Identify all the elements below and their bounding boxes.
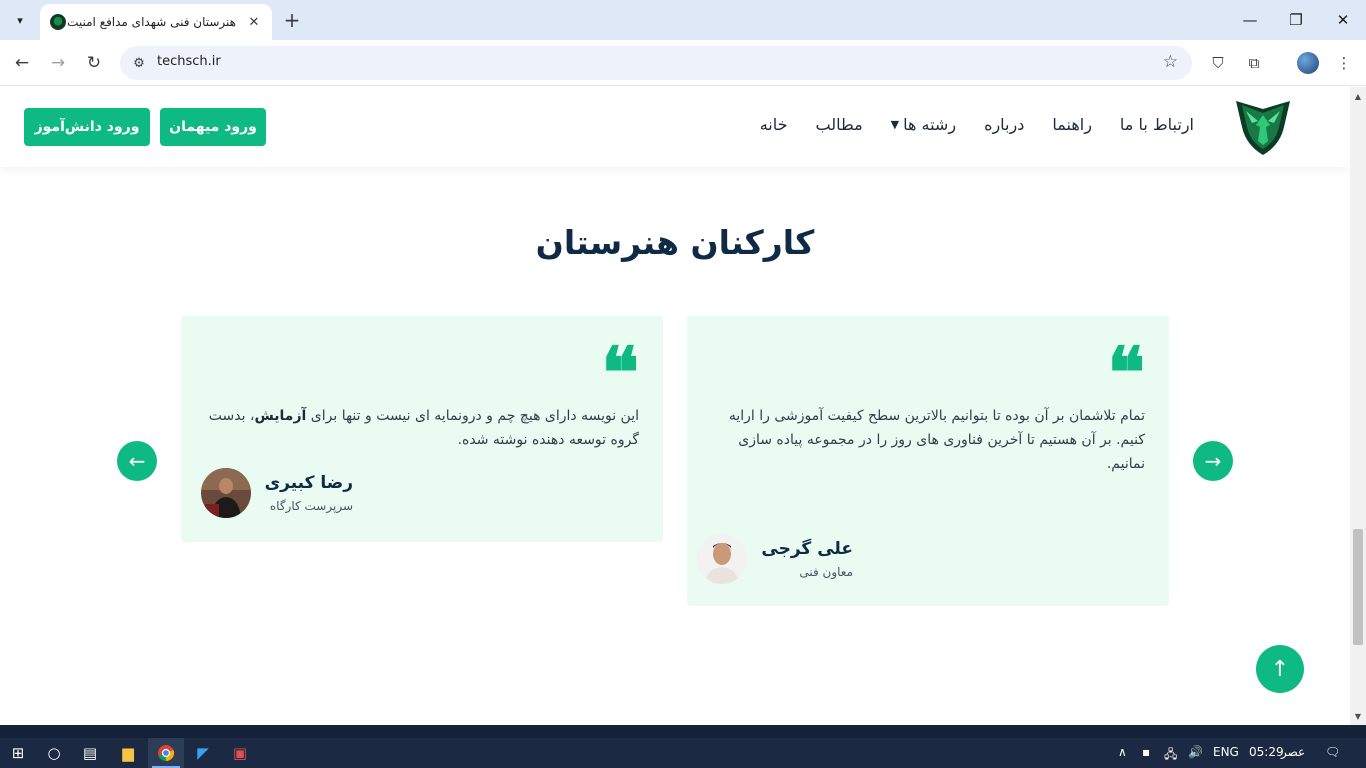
page-footer-edge xyxy=(0,725,1366,738)
menu-item-contact[interactable]: ارتباط با ما xyxy=(1106,115,1208,134)
windows-taskbar: ⊞ ○ ▤ ▆ ◤ ▣ ∧ ▪ 🖧 🔊 ENG 05:29 عصر 🗨 xyxy=(0,738,1366,768)
menu-item-about[interactable]: درباره xyxy=(970,115,1038,134)
student-login-button[interactable]: ورود دانش‌آموز xyxy=(24,108,150,146)
tab-title: هنرستان فنی شهدای مدافع امنیت xyxy=(67,15,236,29)
profile-avatar-icon[interactable] xyxy=(1297,52,1319,74)
tray-app-icon[interactable]: ▪ xyxy=(1142,745,1150,759)
site-header: خانه مطالب رشته ها ▼ درباره راهنما ارتباط… xyxy=(0,87,1350,167)
back-arrow-icon[interactable]: ← xyxy=(9,50,35,76)
language-indicator[interactable]: ENG xyxy=(1213,745,1239,759)
minimize-icon[interactable]: — xyxy=(1232,6,1268,34)
tab-search-chevron-icon[interactable]: ▾ xyxy=(8,8,32,32)
next-arrow-button[interactable]: → xyxy=(1193,441,1233,481)
page-viewport: خانه مطالب رشته ها ▼ درباره راهنما ارتباط… xyxy=(0,87,1350,725)
testimonial-card: ❝ این نویسه دارای هیچ چم و درونمایه ای ن… xyxy=(181,316,663,542)
author-role: معاون فنی xyxy=(799,565,853,579)
extensions-puzzle-icon[interactable]: ⧉ xyxy=(1243,52,1265,74)
testimonial-text: تمام تلاشمان بر آن بوده تا بتوانیم بالات… xyxy=(728,408,1145,472)
windows-start-icon[interactable]: ⊞ xyxy=(0,738,36,768)
forward-arrow-icon[interactable]: → xyxy=(45,50,71,76)
browser-tab[interactable]: هنرستان فنی شهدای مدافع امنیت ✕ xyxy=(40,4,272,40)
notifications-icon[interactable]: 🗨 xyxy=(1325,745,1340,759)
network-icon[interactable]: 🖧 xyxy=(1164,745,1177,766)
author-role: سرپرست کارگاه xyxy=(269,499,353,513)
new-tab-button[interactable]: + xyxy=(280,8,304,32)
clock-period[interactable]: عصر xyxy=(1281,745,1305,759)
site-settings-icon[interactable]: ⚙ xyxy=(130,54,148,72)
menu-item-majors[interactable]: رشته ها ▼ xyxy=(877,115,970,134)
site-favicon-icon xyxy=(50,14,66,30)
author-name: رضا کبیری xyxy=(264,473,353,493)
menu-item-guide[interactable]: راهنما xyxy=(1038,115,1106,134)
avatar xyxy=(697,534,748,584)
task-view-icon[interactable]: ▤ xyxy=(72,738,108,768)
author-name: علی گرجی xyxy=(761,539,853,559)
testimonial-author: علی گرجی معاون فنی xyxy=(697,534,853,584)
bookmark-star-icon[interactable]: ☆ xyxy=(1163,52,1178,72)
menu-label: رشته ها xyxy=(903,115,957,134)
scroll-to-top-button[interactable]: ↑ xyxy=(1256,645,1304,693)
search-circle-icon[interactable]: ○ xyxy=(36,738,72,768)
address-url[interactable]: techsch.ir xyxy=(157,54,221,69)
guest-login-button[interactable]: ورود میهمان xyxy=(160,108,266,146)
browser-menu-icon[interactable]: ⋮ xyxy=(1333,52,1355,74)
text-bold-part: آزمایش xyxy=(254,408,307,424)
author-meta: رضا کبیری سرپرست کارگاه xyxy=(265,473,353,513)
author-meta: علی گرجی معاون فنی xyxy=(761,539,853,579)
address-bar[interactable]: ⚙ techsch.ir ☆ xyxy=(120,46,1192,80)
testimonial-author: رضا کبیری سرپرست کارگاه xyxy=(200,468,353,518)
chrome-icon xyxy=(158,745,175,762)
chevron-down-icon: ▼ xyxy=(890,118,900,131)
tab-close-icon[interactable]: ✕ xyxy=(246,14,262,30)
reload-icon[interactable]: ↻ xyxy=(81,50,107,76)
close-window-icon[interactable]: ✕ xyxy=(1325,6,1361,34)
scroll-up-icon[interactable]: ▲ xyxy=(1350,89,1366,103)
file-explorer-icon[interactable]: ▆ xyxy=(110,738,146,768)
main-menu: خانه مطالب رشته ها ▼ درباره راهنما ارتباط… xyxy=(746,115,1208,134)
shield-extension-icon[interactable]: ⛉ xyxy=(1207,52,1229,74)
browser-toolbar: ← → ↻ ⚙ techsch.ir ☆ ⛉ ⧉ ⋮ xyxy=(0,40,1366,86)
school-logo-icon[interactable] xyxy=(1232,97,1294,157)
menu-item-home[interactable]: خانه xyxy=(746,115,802,134)
clock-time[interactable]: 05:29 xyxy=(1249,745,1284,759)
section-title: کارکنان هنرستان xyxy=(535,223,815,262)
testimonial-card: ❝ تمام تلاشمان بر آن بوده تا بتوانیم بال… xyxy=(687,316,1169,606)
restore-icon[interactable]: ❐ xyxy=(1278,6,1314,34)
volume-icon[interactable]: 🔊 xyxy=(1188,745,1203,759)
menu-label: مطالب xyxy=(815,115,863,134)
testimonial-text: این نویسه دارای هیچ چم و درونمایه ای نیس… xyxy=(201,404,639,452)
chrome-taskbar-icon[interactable] xyxy=(148,738,184,768)
scrollbar-thumb[interactable] xyxy=(1353,529,1363,645)
menu-label: خانه xyxy=(759,115,788,134)
quote-icon: ❝ xyxy=(1107,338,1145,382)
menu-label: راهنما xyxy=(1052,115,1092,134)
browser-tab-bar: ▾ هنرستان فنی شهدای مدافع امنیت ✕ + — ❐ … xyxy=(0,0,1366,40)
menu-label: درباره xyxy=(984,115,1025,134)
quote-icon: ❝ xyxy=(601,338,639,382)
scroll-down-icon[interactable]: ▼ xyxy=(1350,709,1366,723)
prev-arrow-button[interactable]: ← xyxy=(117,441,157,481)
app-icon[interactable]: ▣ xyxy=(222,738,258,768)
text-part: این نویسه دارای هیچ چم و درونمایه ای نیس… xyxy=(306,408,639,424)
menu-label: ارتباط با ما xyxy=(1119,115,1194,134)
vscode-icon[interactable]: ◤ xyxy=(185,738,221,768)
tray-chevron-icon[interactable]: ∧ xyxy=(1118,745,1127,759)
avatar xyxy=(200,468,251,518)
page-scrollbar[interactable]: ▲ ▼ xyxy=(1350,87,1366,725)
menu-item-posts[interactable]: مطالب xyxy=(802,115,877,134)
